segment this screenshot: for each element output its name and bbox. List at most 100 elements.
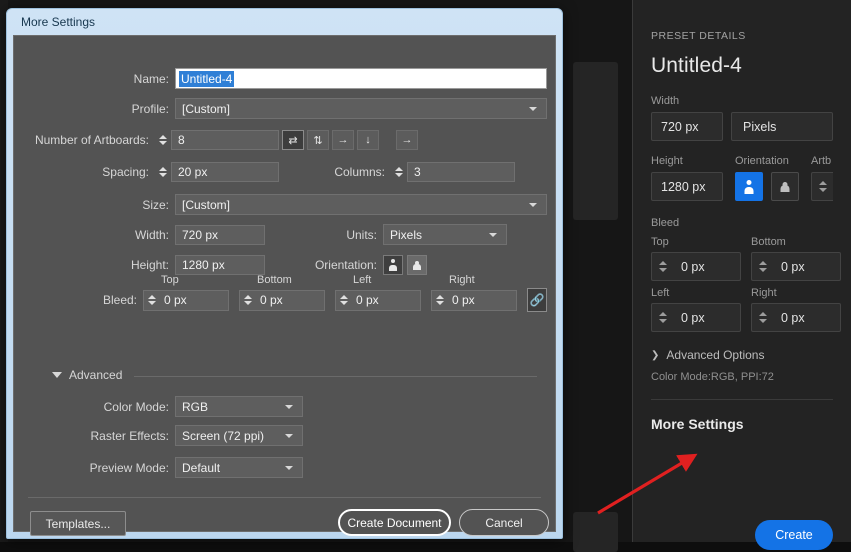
artboards-row: Number of Artboards: 8 ⇄ ⇅ → ↓ → xyxy=(14,130,555,150)
bleed-right-field[interactable]: 0 px xyxy=(431,289,517,311)
preview-mode-select[interactable]: Default xyxy=(175,457,303,478)
bleed-left-value[interactable]: 0 px xyxy=(352,293,420,307)
raster-effects-label: Raster Effects: xyxy=(90,428,169,443)
preset-height-input[interactable]: 1280 px xyxy=(651,172,723,201)
preset-details-heading: PRESET DETAILS xyxy=(651,30,746,42)
color-mode-summary: Color Mode:RGB, PPI:72 xyxy=(651,371,774,383)
name-input-value: Untitled-4 xyxy=(179,70,235,87)
spacing-input[interactable]: 20 px xyxy=(171,162,279,182)
bleed-left-field[interactable]: 0 px xyxy=(335,289,421,311)
bleed-left-label: Left xyxy=(353,273,372,286)
landscape-icon xyxy=(778,181,793,192)
preset-bleed-left-value[interactable]: 0 px xyxy=(673,303,741,332)
link-icon[interactable]: 🔗 xyxy=(527,288,547,312)
cancel-button[interactable]: Cancel xyxy=(459,509,549,536)
artboards-input[interactable]: 8 xyxy=(171,130,279,150)
create-button[interactable]: Create xyxy=(755,520,833,550)
spacing-stepper[interactable] xyxy=(155,162,171,182)
preset-bleed-top-field[interactable]: 0 px xyxy=(651,252,741,281)
preview-mode-value: Default xyxy=(182,460,221,475)
bleed-top-field[interactable]: 0 px xyxy=(143,289,229,311)
bleed-right-stepper[interactable] xyxy=(432,290,448,310)
raster-effects-row: Raster Effects: Screen (72 ppi) xyxy=(14,425,555,446)
advanced-section-toggle[interactable]: Advanced xyxy=(52,368,122,382)
profile-select[interactable]: [Custom] xyxy=(175,98,547,119)
bleed-top-value[interactable]: 0 px xyxy=(160,293,228,307)
dialog-titlebar[interactable]: More Settings xyxy=(7,9,562,35)
bleed-right-value[interactable]: 0 px xyxy=(448,293,516,307)
bleed-bottom-label: Bottom xyxy=(257,273,292,286)
preset-bleed-top-value[interactable]: 0 px xyxy=(673,252,741,281)
arrange-by-row-icon[interactable]: → xyxy=(332,130,354,150)
name-input[interactable]: Untitled-4 xyxy=(175,68,547,89)
advanced-options-toggle[interactable]: ❯ Advanced Options xyxy=(651,348,833,362)
preset-height-row: Height 1280 px Orientation Artb xyxy=(651,155,833,201)
units-label: Units: xyxy=(346,227,377,242)
chevron-down-icon xyxy=(529,202,537,207)
advanced-options-label: Advanced Options xyxy=(666,348,765,362)
bleed-top-stepper[interactable] xyxy=(144,290,160,310)
units-select[interactable]: Pixels xyxy=(383,224,507,245)
spacing-row: Spacing: 20 px Columns: 3 xyxy=(14,162,555,182)
size-select[interactable]: [Custom] xyxy=(175,194,547,215)
orientation-portrait-button[interactable] xyxy=(383,255,403,275)
bleed-left-stepper[interactable] xyxy=(336,290,352,310)
color-mode-row: Color Mode: RGB xyxy=(14,396,555,417)
arrange-by-column-icon[interactable]: ↓ xyxy=(357,130,379,150)
preset-bleed-left-field[interactable]: 0 px xyxy=(651,303,741,332)
more-settings-button[interactable]: More Settings xyxy=(651,416,833,432)
preset-bleed-right-value[interactable]: 0 px xyxy=(773,303,841,332)
dialog-body: Name: Untitled-4 Profile: [Custom] Numbe… xyxy=(13,35,556,536)
bleed-bottom-field[interactable]: 0 px xyxy=(239,289,325,311)
chevron-down-icon xyxy=(285,433,293,438)
stepper-arrows-icon[interactable] xyxy=(811,172,833,201)
stepper-arrows-icon[interactable] xyxy=(651,252,673,281)
height-input[interactable]: 1280 px xyxy=(175,255,265,275)
divider xyxy=(28,497,541,498)
bleed-bottom-stepper[interactable] xyxy=(240,290,256,310)
columns-input[interactable]: 3 xyxy=(407,162,515,182)
preset-details-panel: PRESET DETAILS Untitled-4 Width 720 px P… xyxy=(632,0,851,550)
size-value: [Custom] xyxy=(182,197,231,212)
units-value: Pixels xyxy=(390,227,423,242)
grid-by-column-icon[interactable]: ⇅ xyxy=(307,130,329,150)
size-row: Size: [Custom] xyxy=(14,194,555,215)
preset-width-input[interactable]: 720 px xyxy=(651,112,723,141)
raster-effects-select[interactable]: Screen (72 ppi) xyxy=(175,425,303,446)
stepper-arrows-icon[interactable] xyxy=(651,303,673,332)
stepper-arrows-icon[interactable] xyxy=(751,303,773,332)
preset-bleed-right-field[interactable]: 0 px xyxy=(751,303,841,332)
columns-stepper[interactable] xyxy=(391,162,407,182)
preview-mode-label: Preview Mode: xyxy=(89,460,169,475)
preset-bleed-label: Bleed xyxy=(651,217,680,229)
width-input[interactable]: 720 px xyxy=(175,224,265,245)
template-card[interactable] xyxy=(573,512,618,552)
templates-button[interactable]: Templates... xyxy=(30,511,126,536)
artboards-label: Number of Artboards: xyxy=(34,133,149,147)
orientation-label: Orientation: xyxy=(314,258,377,272)
orientation-portrait-button[interactable] xyxy=(735,172,763,201)
width-label: Width: xyxy=(134,227,169,242)
chevron-down-icon xyxy=(285,404,293,409)
preset-artboards-stepper[interactable] xyxy=(811,172,833,201)
color-mode-select[interactable]: RGB xyxy=(175,396,303,417)
orientation-landscape-button[interactable] xyxy=(407,255,427,275)
grid-by-row-icon[interactable]: ⇄ xyxy=(282,130,304,150)
change-to-right-to-left-layout-icon[interactable]: → xyxy=(396,130,418,150)
preset-units-select[interactable]: Pixels xyxy=(731,112,833,141)
raster-effects-value: Screen (72 ppi) xyxy=(182,428,265,443)
preset-bleed-left-label: Left xyxy=(651,287,670,299)
width-row: Width: 720 px Units: Pixels xyxy=(14,224,555,245)
preset-bleed-bottom-value[interactable]: 0 px xyxy=(773,252,841,281)
stepper-arrows-icon[interactable] xyxy=(751,252,773,281)
artboards-stepper[interactable] xyxy=(155,130,171,150)
advanced-section-label: Advanced xyxy=(69,368,123,382)
bleed-top-label: Top xyxy=(161,273,179,286)
portrait-icon xyxy=(388,259,398,271)
template-card[interactable] xyxy=(573,62,618,220)
preset-name-input[interactable]: Untitled-4 xyxy=(651,54,833,78)
create-document-button[interactable]: Create Document xyxy=(338,509,451,536)
bleed-bottom-value[interactable]: 0 px xyxy=(256,293,324,307)
orientation-landscape-button[interactable] xyxy=(771,172,799,201)
preset-bleed-bottom-field[interactable]: 0 px xyxy=(751,252,841,281)
